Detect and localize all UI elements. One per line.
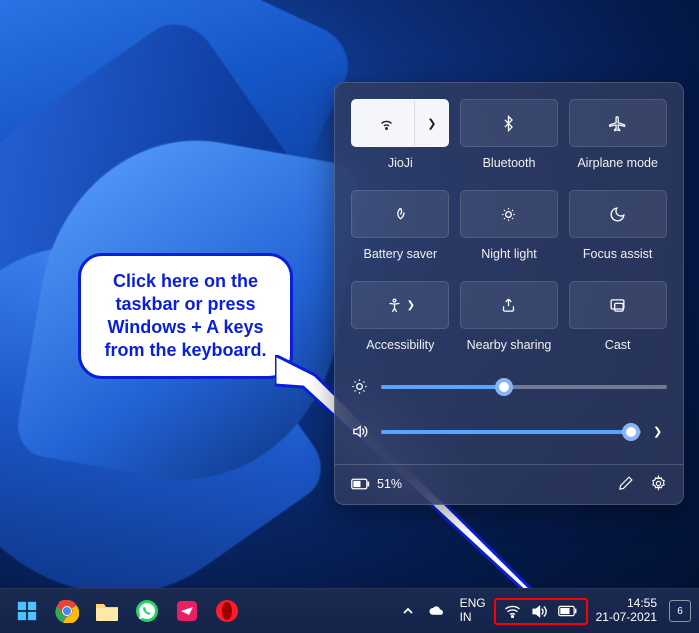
wifi-tray-icon <box>504 604 521 618</box>
nearby-sharing-label: Nearby sharing <box>467 338 552 352</box>
onedrive-tray-icon[interactable] <box>422 605 452 617</box>
start-button[interactable] <box>8 592 46 630</box>
file-explorer-app[interactable] <box>88 592 126 630</box>
brightness-icon <box>351 378 369 395</box>
battery-status[interactable]: 51% <box>351 477 402 491</box>
wifi-icon <box>378 115 395 132</box>
nearby-sharing-toggle[interactable] <box>460 281 558 329</box>
language-indicator[interactable]: ENG IN <box>454 597 492 625</box>
lang-line1: ENG <box>460 597 486 611</box>
night-light-label: Night light <box>481 247 537 261</box>
wifi-label: JioJi <box>388 156 413 170</box>
accessibility-label: Accessibility <box>366 338 434 352</box>
quick-settings-grid: ❯ JioJi Bluetooth Airplane mode <box>351 99 667 356</box>
accessibility-toggle[interactable]: ❯ <box>351 281 449 329</box>
chrome-app[interactable] <box>48 592 86 630</box>
airplane-label: Airplane mode <box>577 156 658 170</box>
quick-settings-footer: 51% <box>351 465 667 492</box>
volume-slider[interactable] <box>381 430 641 434</box>
lang-line2: IN <box>460 611 486 625</box>
nearby-sharing-icon <box>500 297 517 314</box>
brightness-slider-row <box>351 378 667 395</box>
notification-center[interactable]: 6 <box>669 600 691 622</box>
volume-expand-chevron-icon[interactable]: ❯ <box>653 425 667 438</box>
instruction-callout: Click here on the taskbar or press Windo… <box>78 253 293 379</box>
tray-chevron[interactable] <box>396 605 420 617</box>
cast-label: Cast <box>605 338 631 352</box>
night-light-icon <box>500 206 517 223</box>
desktop: Click here on the taskbar or press Windo… <box>0 0 699 633</box>
cast-icon <box>609 297 626 314</box>
airplane-mode-toggle[interactable] <box>569 99 667 147</box>
date-text: 21-07-2021 <box>596 611 657 625</box>
battery-saver-toggle[interactable] <box>351 190 449 238</box>
battery-saver-label: Battery saver <box>364 247 438 261</box>
callout-text: Click here on the taskbar or press Windo… <box>104 271 266 360</box>
settings-button[interactable] <box>650 475 667 492</box>
system-tray-highlighted[interactable] <box>494 598 588 625</box>
night-light-toggle[interactable] <box>460 190 558 238</box>
airplane-icon <box>609 115 626 132</box>
whatsapp-app[interactable] <box>128 592 166 630</box>
clock[interactable]: 14:55 21-07-2021 <box>590 597 663 625</box>
edit-button[interactable] <box>617 475 634 492</box>
battery-icon <box>351 478 370 490</box>
brightness-slider[interactable] <box>381 385 667 389</box>
wifi-toggle[interactable]: ❯ <box>351 99 449 147</box>
focus-assist-icon <box>609 206 626 223</box>
quick-settings-panel: ❯ JioJi Bluetooth Airplane mode <box>334 82 684 505</box>
wifi-expand-chevron-icon[interactable]: ❯ <box>414 100 448 146</box>
opera-app[interactable] <box>208 592 246 630</box>
bluetooth-toggle[interactable] <box>460 99 558 147</box>
battery-tray-icon <box>558 605 578 617</box>
accessibility-chevron-icon: ❯ <box>407 300 415 311</box>
focus-assist-toggle[interactable] <box>569 190 667 238</box>
cast-toggle[interactable] <box>569 281 667 329</box>
time-text: 14:55 <box>596 597 657 611</box>
battery-percent: 51% <box>377 477 402 491</box>
volume-icon <box>351 423 369 440</box>
battery-saver-icon <box>392 206 409 223</box>
bluetooth-icon <box>500 115 517 132</box>
focus-assist-label: Focus assist <box>583 247 652 261</box>
taskbar: ENG IN 14:55 21-07-2021 6 <box>0 588 699 633</box>
bluetooth-label: Bluetooth <box>483 156 536 170</box>
accessibility-icon <box>386 297 403 314</box>
volume-tray-icon <box>531 604 548 619</box>
notification-count: 6 <box>677 606 683 617</box>
pinned-app-1[interactable] <box>168 592 206 630</box>
volume-slider-row: ❯ <box>351 423 667 440</box>
